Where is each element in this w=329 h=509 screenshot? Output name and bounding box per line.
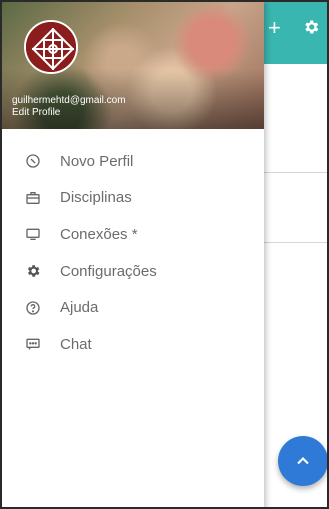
menu-item-conexoes[interactable]: Conexões * bbox=[2, 216, 264, 253]
logo-avatar-icon bbox=[26, 22, 76, 72]
edit-profile-link[interactable]: Edit Profile bbox=[12, 107, 126, 119]
drawer-header: guilhermehtd@gmail.com Edit Profile bbox=[2, 2, 264, 129]
list-divider bbox=[264, 172, 327, 173]
menu-item-label: Configurações bbox=[60, 262, 157, 280]
menu-item-label: Disciplinas bbox=[60, 189, 132, 207]
monitor-icon bbox=[24, 225, 42, 243]
chevron-up-icon bbox=[297, 457, 309, 465]
compass-icon bbox=[24, 152, 42, 170]
list-divider bbox=[264, 242, 327, 243]
menu-item-label: Conexões * bbox=[60, 225, 138, 243]
add-icon[interactable]: + bbox=[268, 17, 281, 39]
chat-icon bbox=[24, 335, 42, 353]
menu-item-disciplinas[interactable]: Disciplinas bbox=[2, 180, 264, 217]
scroll-up-button[interactable] bbox=[278, 436, 327, 486]
app-bar: + bbox=[262, 2, 327, 64]
account-email: guilhermehtd@gmail.com bbox=[12, 95, 126, 106]
drawer-menu: Novo Perfil Disciplinas Conexões * Confi… bbox=[2, 143, 264, 363]
menu-item-chat[interactable]: Chat bbox=[2, 326, 264, 363]
briefcase-icon bbox=[24, 189, 42, 207]
screen-frame: + guilhermehtd@gmail.com Edit Profile No… bbox=[0, 0, 329, 509]
menu-item-label: Ajuda bbox=[60, 299, 99, 317]
gear-icon bbox=[24, 262, 42, 280]
help-circle-icon bbox=[24, 299, 42, 317]
menu-item-label: Novo Perfil bbox=[60, 152, 134, 170]
avatar[interactable] bbox=[24, 20, 78, 74]
menu-item-label: Chat bbox=[60, 335, 92, 353]
menu-item-configuracoes[interactable]: Configurações bbox=[2, 253, 264, 290]
settings-icon[interactable] bbox=[302, 18, 320, 40]
menu-item-ajuda[interactable]: Ajuda bbox=[2, 289, 264, 326]
navigation-drawer: guilhermehtd@gmail.com Edit Profile Novo… bbox=[2, 2, 264, 507]
account-info: guilhermehtd@gmail.com Edit Profile bbox=[12, 95, 126, 119]
menu-item-novo-perfil[interactable]: Novo Perfil bbox=[2, 143, 264, 180]
